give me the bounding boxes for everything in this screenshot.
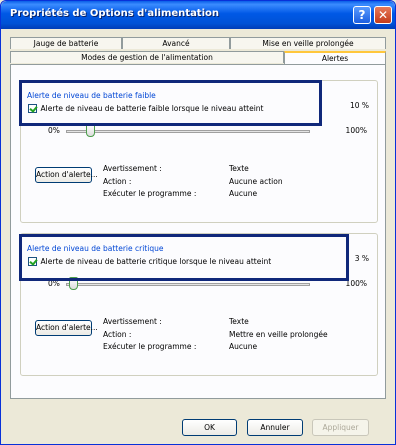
critical-battery-slider-max: 100%	[345, 279, 367, 288]
critical-battery-action-label: Action :	[103, 330, 132, 339]
critical-battery-group: Alerte de niveau de batterie critique Al…	[20, 233, 378, 376]
apply-button[interactable]: Appliquer	[312, 419, 369, 436]
tab-hibernate[interactable]: Mise en veille prolongée	[230, 37, 386, 49]
critical-battery-alarm-action-button[interactable]: Action d'alerte...	[35, 320, 98, 336]
help-button[interactable]: ?	[353, 6, 371, 24]
critical-battery-group-title: Alerte de niveau de batterie critique	[27, 244, 164, 253]
low-battery-program-label: Exécuter le programme :	[103, 189, 197, 198]
critical-battery-notification-label: Avertissement :	[103, 317, 162, 326]
critical-battery-slider-min: 0%	[48, 279, 60, 288]
low-battery-action-label: Action :	[103, 177, 132, 186]
low-battery-checkbox-label: Alerte de niveau de batterie faible lors…	[40, 104, 264, 113]
low-battery-checkbox-row[interactable]: Alerte de niveau de batterie faible lors…	[28, 104, 263, 113]
cancel-button[interactable]: Annuler	[247, 419, 303, 436]
low-battery-slider-track[interactable]	[66, 130, 310, 133]
low-battery-slider-thumb[interactable]	[86, 124, 96, 137]
low-battery-action-value: Aucune action	[229, 177, 283, 186]
low-battery-group: Alerte de niveau de batterie faible Aler…	[20, 80, 378, 223]
window-title: Propriétés de Options d'alimentation	[10, 8, 220, 19]
tab-power-schemes[interactable]: Modes de gestion de l'alimentation	[10, 51, 284, 63]
ok-button[interactable]: OK	[182, 419, 237, 436]
low-battery-alarm-action-button[interactable]: Action d'alerte...	[35, 167, 98, 183]
low-battery-program-value: Aucune	[229, 189, 258, 198]
tab-alarms[interactable]: Alertes	[284, 51, 386, 64]
critical-battery-program-value: Aucune	[229, 342, 258, 351]
low-battery-slider-min: 0%	[48, 126, 60, 135]
title-bar[interactable]: Propriétés de Options d'alimentation ? ✕	[1, 1, 395, 29]
critical-battery-level: 3 %	[354, 254, 369, 263]
low-battery-notification-value: Texte	[229, 164, 249, 173]
tab-advanced[interactable]: Avancé	[122, 37, 230, 49]
low-battery-notification-label: Avertissement :	[103, 164, 162, 173]
critical-battery-slider-thumb[interactable]	[69, 277, 79, 290]
critical-battery-checkbox-label: Alerte de niveau de batterie critique lo…	[40, 257, 272, 266]
alarms-panel: Alerte de niveau de batterie faible Aler…	[10, 64, 386, 399]
power-options-dialog: Propriétés de Options d'alimentation ? ✕…	[0, 0, 396, 445]
low-battery-group-title: Alerte de niveau de batterie faible	[27, 91, 156, 100]
low-battery-checkbox[interactable]	[28, 104, 37, 113]
low-battery-level: 10 %	[349, 101, 369, 110]
critical-battery-program-label: Exécuter le programme :	[103, 342, 197, 351]
tab-battery-meter[interactable]: Jauge de batterie	[10, 37, 122, 49]
critical-battery-action-value: Mettre en veille prolongée	[229, 330, 328, 339]
critical-battery-checkbox[interactable]	[28, 257, 37, 266]
critical-battery-checkbox-row[interactable]: Alerte de niveau de batterie critique lo…	[28, 257, 271, 266]
low-battery-slider-max: 100%	[345, 126, 367, 135]
critical-battery-notification-value: Texte	[229, 317, 249, 326]
critical-battery-slider-track[interactable]	[66, 283, 310, 286]
close-button[interactable]: ✕	[374, 6, 392, 24]
